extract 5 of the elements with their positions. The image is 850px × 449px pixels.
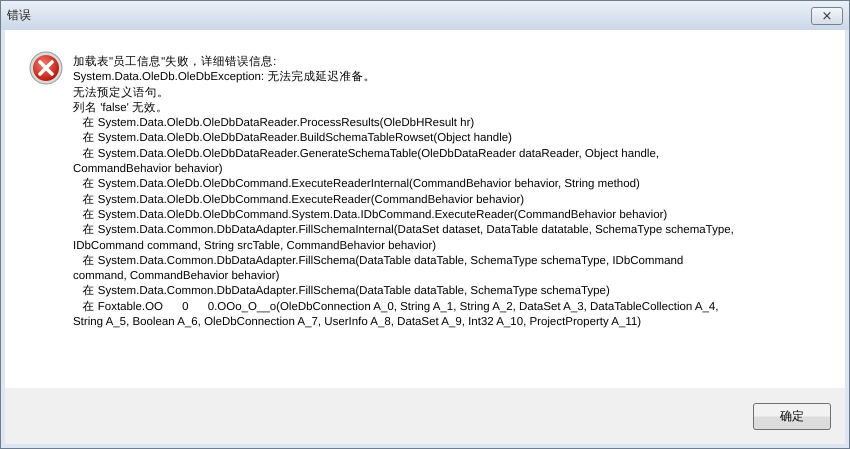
close-button[interactable]: ⨯ xyxy=(811,6,843,24)
error-message: 加载表"员工信息"失败，详细错误信息: System.Data.OleDb.OleDbException: 无法完成延迟准备。 无法预定义语句。 列名 'false' 无效。 在 System.Data.OleDb.OleDbDataReader.ProcessResults(OleDbHResult hr) 在 System.Data.OleDb.OleDbDataReader.BuildSchemaTableRowset(Object handle) 在 System.Data.OleDb.OleDbDataReader.GenerateSchemaTable(OleDbDataReader dataReader, Object handle, CommandBehavior behavior) 在 System.Data.OleDb.OleDbCommand.ExecuteReaderInternal(CommandBehavior behavior, String method) 在 System.Data.OleDb.OleDbCommand.ExecuteReader(CommandBehavior behavior) 在 System.Data.OleDb.OleDbCommand.System.Data.IDbCommand.ExecuteReader(CommandBehavior behavior) 在 System.Data.Common.DbDataAdapter.FillSchemaInternal(DataSet dataset, DataTable datatable, SchemaType schemaType, IDbCommand command, String srcTable, CommandBehavior behavior) 在 System.Data.Common.DbDataAdapter.FillSchema(DataTable dataTable, SchemaType schemaType, IDbCommand command, CommandBehavior behavior) 在 System.Data.Common.DbDataAdapter.FillSchema(DataTable dataTable, SchemaType schemaType) 在 Foxtable.OO 0 0.OOo_O__o(OleDbConnection A_0, String A_1, String A_2, DataSet A_3, DataTableCollection A_4, String A_5, Boolean A_6, OleDbConnection A_7, UserInfo A_8, DataSet A_9, Int32 A_10, ProjectProperty A_11) xyxy=(73,54,734,330)
window-title: 错误 xyxy=(7,7,31,24)
ok-button[interactable]: 确定 xyxy=(753,402,831,430)
error-icon xyxy=(29,51,63,85)
